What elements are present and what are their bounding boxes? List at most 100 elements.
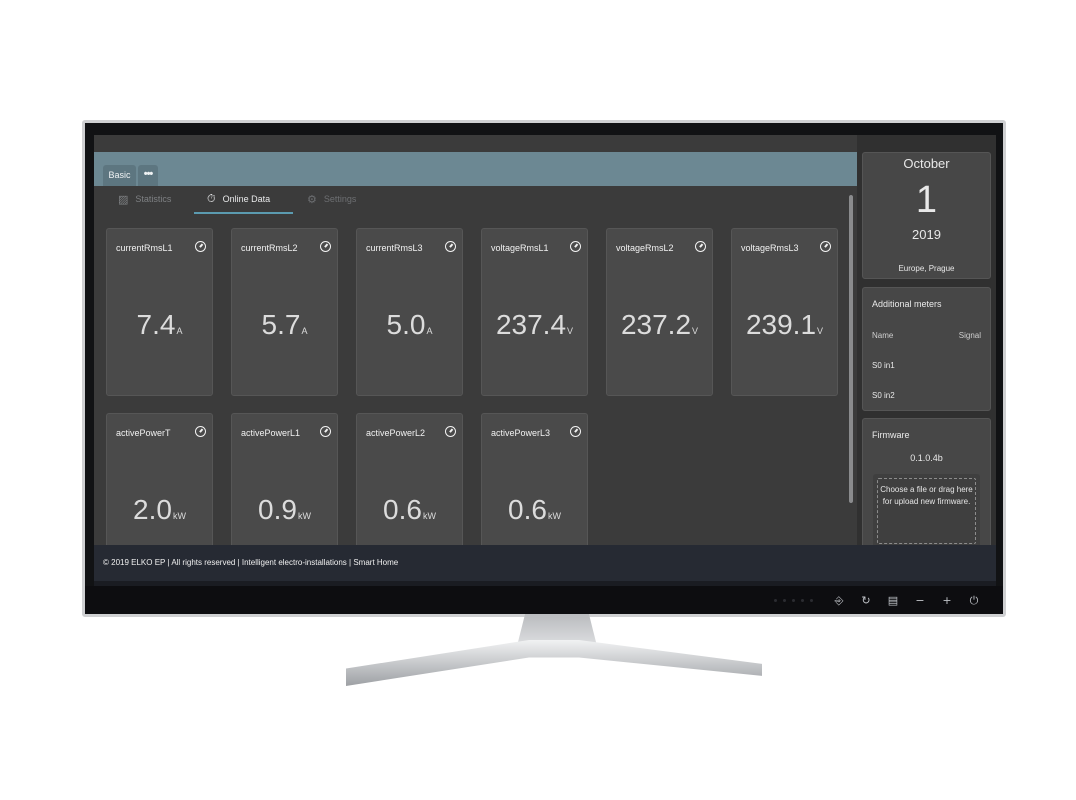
scrollbar-thumb[interactable] [849,195,853,503]
card-value-row: 0.6kW [357,494,462,526]
tab-settings-label: Settings [323,194,357,204]
gauge-icon [570,241,581,252]
gauge-icon [445,241,456,252]
tab-settings[interactable]: ⚙ Settings [307,186,356,212]
meters-column-signal: Signal [958,331,981,340]
header-band [94,152,857,186]
card-unit: kW [297,511,311,521]
gauge-icon [320,426,331,437]
data-card[interactable]: activePowerL2 0.6kW [356,413,463,558]
online-data-cards: currentRmsL1 7.4A currentRmsL2 5.7A curr… [106,228,846,558]
meters-column-name: Name [872,331,894,340]
view-tabs: ▨ Statistics ⏱ Online Data ⚙ Settings [94,186,857,214]
card-unit: kW [172,511,186,521]
monitor: Basic ••• ▨ Statistics ⏱ Online Data ⚙ S… [82,120,1006,617]
input-icon[interactable]: ⎆ [832,594,846,608]
data-card[interactable]: voltageRmsL3 239.1V [731,228,838,396]
card-unit: A [426,326,433,336]
firmware-upload-dropzone[interactable]: Choose a file or drag here for upload ne… [873,474,980,548]
card-title: voltageRmsL3 [741,243,799,253]
card-title: activePowerT [116,428,171,438]
footer: © 2019 ELKO EP | All rights reserved | I… [94,545,996,581]
card-value: 0.6 [383,494,422,525]
stopwatch-icon: ⏱ [207,192,216,205]
monitor-bezel: ⎆ ↻ ▤ − + ⏻ [85,586,1003,614]
minus-icon[interactable]: − [913,594,927,608]
meter-row[interactable]: S0 in2 [872,391,895,400]
meter-row[interactable]: S0 in1 [872,361,895,370]
data-card[interactable]: currentRmsL1 7.4A [106,228,213,396]
gear-icon: ⚙ [307,192,317,206]
card-value-row: 239.1V [732,309,837,341]
gauge-icon [195,426,206,437]
card-unit: kW [547,511,561,521]
card-value-row: 237.4V [482,309,587,341]
tab-online-data[interactable]: ⏱ Online Data [194,186,293,214]
card-value-row: 0.6kW [482,494,587,526]
card-unit: V [817,326,824,336]
data-card[interactable]: activePowerL3 0.6kW [481,413,588,558]
card-value: 239.1 [745,309,817,340]
card-value: 7.4 [136,309,176,340]
tab-statistics-label: Statistics [135,194,172,204]
plus-icon[interactable]: + [940,594,954,608]
data-card[interactable]: activePowerL1 0.9kW [231,413,338,558]
card-title: activePowerL3 [491,428,551,438]
card-unit: V [567,326,574,336]
tab-basic[interactable]: Basic [103,165,136,186]
data-card[interactable]: currentRmsL3 5.0A [356,228,463,396]
tab-online-data-label: Online Data [222,194,271,204]
additional-meters-card: Additional meters Name Signal S0 in1 S0 … [862,287,991,411]
main-panel: Basic ••• ▨ Statistics ⏱ Online Data ⚙ S… [94,135,857,592]
card-title: voltageRmsL2 [616,243,674,253]
card-value-row: 7.4A [107,309,212,341]
gauge-icon [695,241,706,252]
more-tabs-button[interactable]: ••• [138,165,158,186]
card-value: 2.0 [133,494,172,525]
card-value: 0.9 [258,494,297,525]
monitor-hardware-buttons: ⎆ ↻ ▤ − + ⏻ [832,594,981,608]
card-title: currentRmsL2 [241,243,298,253]
date-year: 2019 [912,227,941,242]
card-title: voltageRmsL1 [491,243,549,253]
monitor-screen: Basic ••• ▨ Statistics ⏱ Online Data ⚙ S… [94,135,996,592]
card-value: 0.6 [508,494,547,525]
card-unit: V [692,326,699,336]
date-timezone: Europe, Prague [898,264,955,273]
gauge-icon [570,426,581,437]
chart-icon: ▨ [118,192,129,206]
gauge-icon [195,241,206,252]
card-value-row: 0.9kW [232,494,337,526]
card-value-row: 2.0kW [107,494,212,526]
monitor-stand-base [346,640,762,686]
card-title: activePowerL1 [241,428,301,438]
gauge-icon [820,241,831,252]
card-value-row: 237.2V [607,309,712,341]
sidebar: October 1 2019 Europe, Prague Additional… [857,135,996,553]
card-value: 5.0 [386,309,426,340]
gauge-icon [445,426,456,437]
power-icon[interactable]: ⏻ [967,594,981,608]
firmware-upload-text: Choose a file or drag here for upload ne… [877,478,976,544]
firmware-card: Firmware 0.1.0.4b Choose a file or drag … [862,418,991,553]
gauge-icon [320,241,331,252]
card-value: 5.7 [261,309,301,340]
date-day: 1 [915,179,938,221]
data-card[interactable]: activePowerT 2.0kW [106,413,213,558]
menu-icon[interactable]: ▤ [886,594,900,608]
date-month: October [903,156,950,171]
data-card[interactable]: currentRmsL2 5.7A [231,228,338,396]
firmware-title: Firmware [872,430,910,440]
tab-statistics[interactable]: ▨ Statistics [118,186,171,212]
card-unit: kW [422,511,436,521]
card-value-row: 5.7A [232,309,337,341]
card-title: currentRmsL1 [116,243,173,253]
card-value: 237.2 [620,309,692,340]
data-card[interactable]: voltageRmsL2 237.2V [606,228,713,396]
card-title: currentRmsL3 [366,243,423,253]
rotate-icon[interactable]: ↻ [859,594,873,608]
data-card[interactable]: voltageRmsL1 237.4V [481,228,588,396]
date-card: October 1 2019 Europe, Prague [862,152,991,279]
card-unit: A [176,326,183,336]
card-value: 237.4 [495,309,567,340]
